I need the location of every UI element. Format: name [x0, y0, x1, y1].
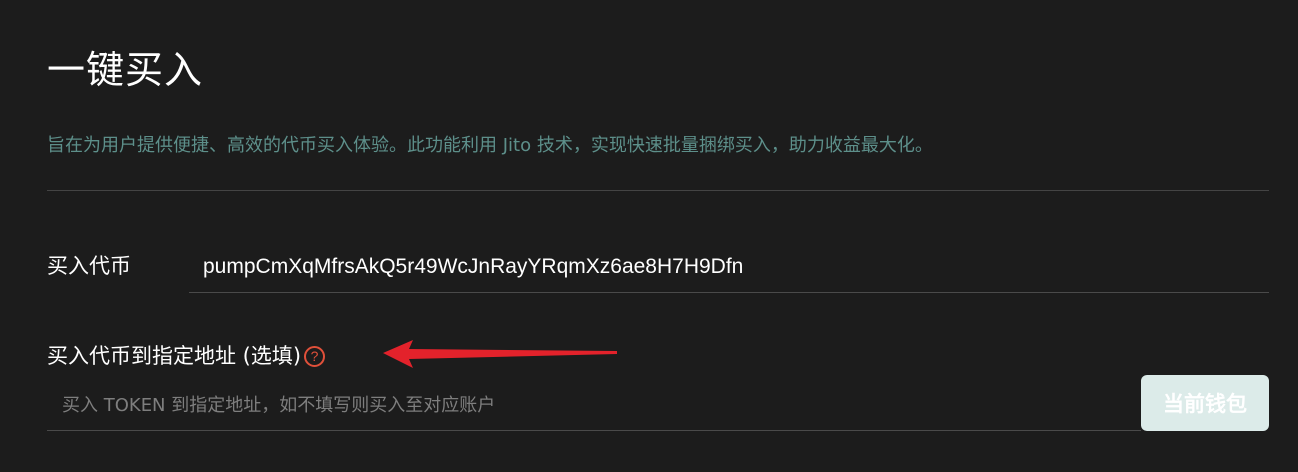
token-label: 买入代币: [47, 254, 131, 278]
question-circle-icon[interactable]: ?: [304, 345, 326, 367]
annotation-arrow-icon: [383, 340, 617, 368]
token-address-input[interactable]: pumpCmXqMfrsAkQ5r49WcJnRayYRqmXz6ae8H7H9…: [189, 240, 1269, 293]
target-address-input[interactable]: [47, 380, 1141, 430]
token-address-value: pumpCmXqMfrsAkQ5r49WcJnRayYRqmXz6ae8H7H9…: [203, 255, 744, 278]
page-description: 旨在为用户提供便捷、高效的代币买入体验。此功能利用 Jito 技术，实现快速批量…: [47, 135, 933, 156]
address-label: 买入代币到指定地址 (选填): [47, 344, 302, 368]
section-divider: [47, 190, 1269, 191]
current-wallet-button[interactable]: 当前钱包: [1141, 375, 1269, 431]
page-title: 一键买入: [47, 48, 204, 92]
address-label-row: 买入代币到指定地址 (选填) ?: [47, 340, 326, 372]
target-address-field: [47, 380, 1141, 431]
